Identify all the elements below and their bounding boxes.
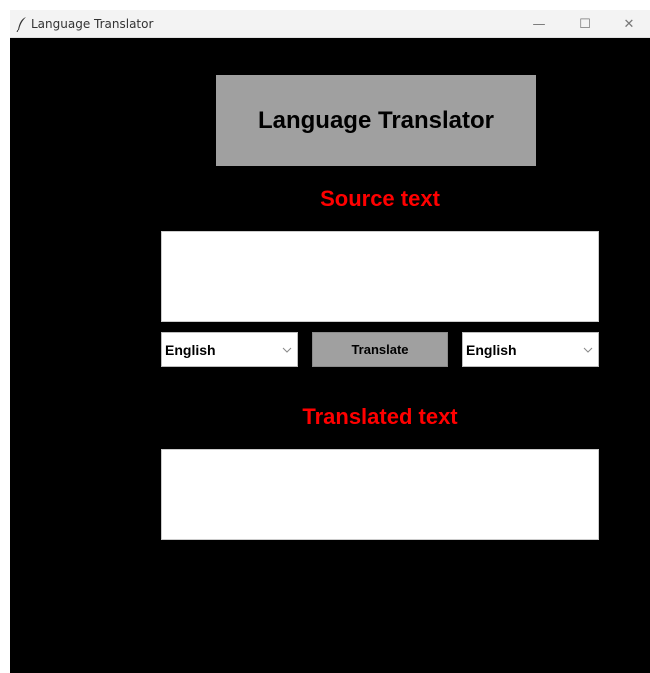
window-title: Language Translator [31,17,154,31]
title-bar[interactable]: Language Translator — ☐ ✕ [10,10,650,38]
close-icon: ✕ [623,16,635,32]
maximize-icon: ☐ [579,16,591,32]
minimize-icon: — [532,16,546,32]
page-title: Language Translator [257,106,495,134]
translate-button[interactable]: Translate [312,332,448,367]
chevron-down-icon [582,342,594,356]
chevron-down-icon [281,342,293,356]
feather-icon [16,16,28,33]
translated-text-output[interactable] [161,449,599,540]
minimize-button[interactable]: — [516,10,562,38]
header-banner: Language Translator [216,75,536,166]
translated-text-label: Translated text [302,404,458,429]
target-language-select[interactable]: English [462,332,599,367]
translate-button-label: Translate [351,342,409,357]
source-text-label: Source text [320,186,440,211]
target-language-value: English [466,342,517,358]
source-language-value: English [165,342,216,358]
close-button[interactable]: ✕ [608,10,650,38]
source-text-input[interactable] [161,231,599,322]
maximize-button[interactable]: ☐ [562,10,608,38]
source-language-select[interactable]: English [161,332,298,367]
